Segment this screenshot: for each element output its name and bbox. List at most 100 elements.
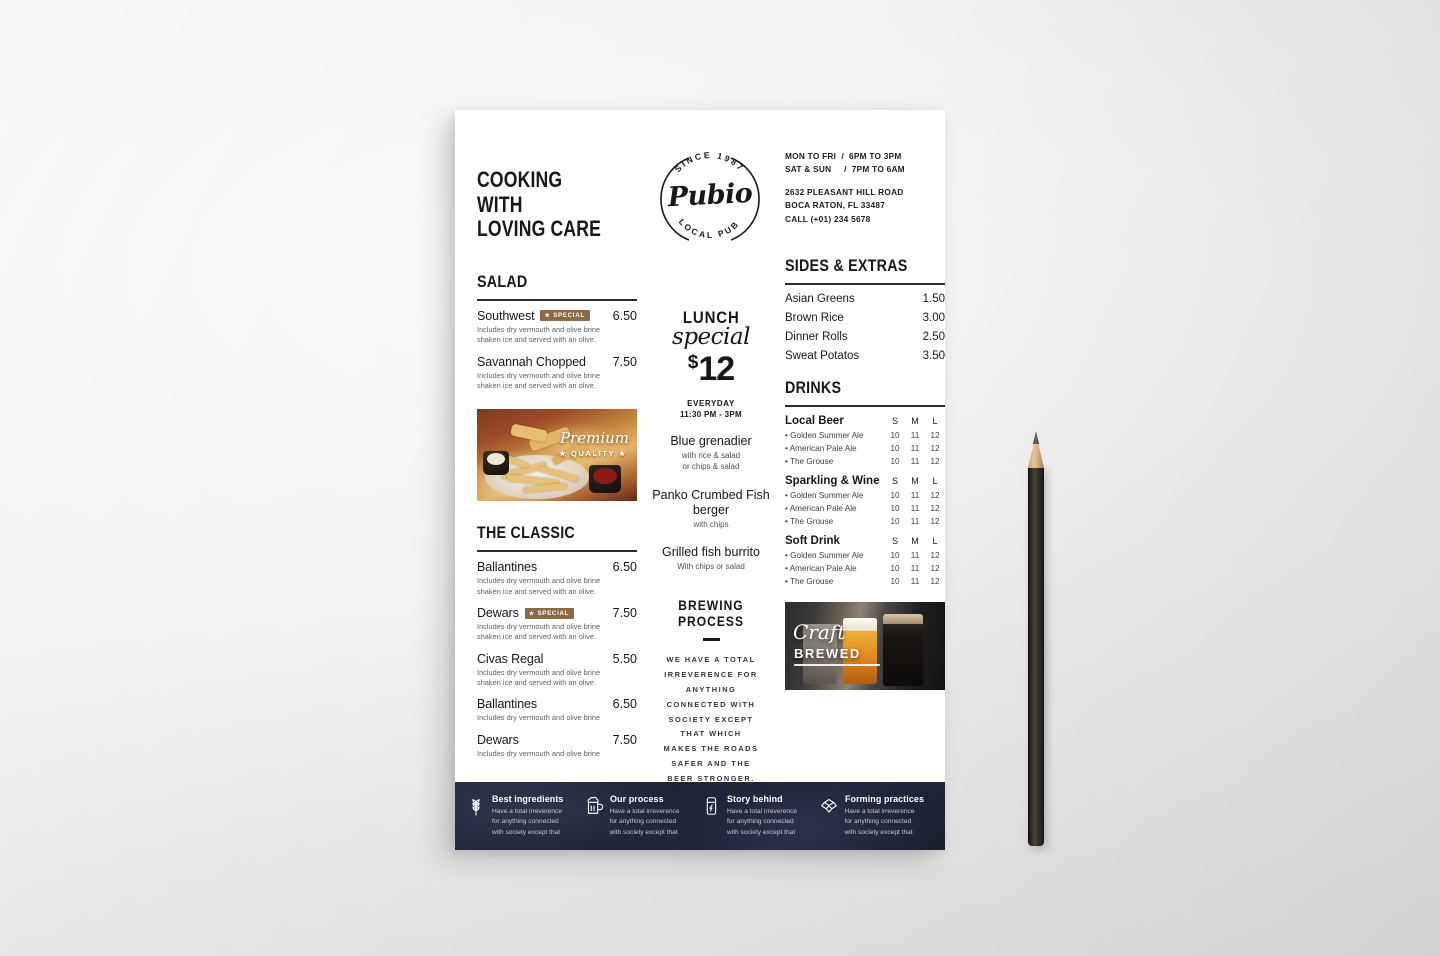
food-photo: Premium ★ QUALITY ★ (477, 409, 637, 502)
brewing-title: BREWING PROCESS (677, 597, 745, 630)
lunch-dish-note: with chips (693, 519, 729, 529)
menu-item[interactable]: Ballantines 6.50 Includes dry vermouth a… (477, 697, 637, 723)
menu-item-header: Ballantines 6.50 (477, 560, 637, 574)
size-header: M (911, 416, 919, 427)
lunch-dish[interactable]: Blue grenadier with rice & salad or chip… (651, 434, 771, 473)
brewing-text: WE HAVE A TOTAL IRREVERENCE FOR ANYTHING… (663, 655, 759, 783)
menu-item-price: 7.50 (612, 354, 637, 369)
lunch-label: LUNCH (682, 308, 740, 327)
side-item-price: 3.50 (922, 350, 945, 363)
drink-group: Sparkling & Wine S M L Golden Summer Ale 1… (785, 475, 945, 526)
lunch-special: LUNCH special $12 EVERYDAY 11:30 PM - 3P… (651, 308, 771, 573)
drink-row[interactable]: Golden Summer Ale 10 11 12 (785, 491, 945, 500)
svg-text:SINCE 1987: SINCE 1987 (673, 150, 747, 174)
drink-price: 10 (890, 457, 900, 467)
beer-photo-subtitle: BREWED (794, 646, 861, 662)
menu-item-name: Dewars (477, 732, 519, 747)
menu-item-description: Includes dry vermouth and olive brine (477, 713, 601, 723)
drink-row[interactable]: Golden Summer Ale 10 11 12 (785, 431, 945, 440)
size-header: S (891, 476, 898, 487)
salad-title: SALAD (477, 271, 528, 291)
menu-item[interactable]: Southwest ★ SPECIAL 6.50 Includes dry ve… (477, 309, 637, 346)
size-header: M (911, 476, 919, 487)
menu-item-description: Includes dry vermouth and olive brine sh… (477, 324, 601, 345)
drink-name: American Pale Ale (785, 444, 857, 453)
size-headers: SML (885, 416, 945, 426)
menu-item-name: Dewars (477, 606, 519, 621)
menu-item-description: Includes dry vermouth and olive brine sh… (477, 370, 601, 390)
menu-item-header: Ballantines 6.50 (477, 697, 637, 711)
drink-name: American Pale Ale (785, 504, 857, 513)
size-header: L (932, 536, 938, 547)
drink-prices: 10 11 12 (885, 577, 945, 586)
drink-prices: 10 11 12 (885, 431, 945, 440)
logo-wordmark: Pubio (666, 177, 754, 214)
menu-item-header: Dewars 7.50 (477, 733, 637, 747)
lunch-dish-name: Panko Crumbed Fish berger (652, 487, 770, 517)
drink-row[interactable]: American Pale Ale 10 11 12 (785, 504, 945, 513)
drink-group-header: Sparkling & Wine S M L (785, 475, 945, 487)
side-item[interactable]: Asian Greens 1.50 (785, 293, 945, 305)
beer-mug-icon (583, 795, 605, 822)
drink-row[interactable]: Golden Summer Ale 10 11 12 (785, 551, 945, 560)
side-item[interactable]: Sweat Potatos 3.50 (785, 350, 945, 362)
drink-prices: 10 11 12 (885, 457, 945, 466)
underline-rule (794, 664, 880, 667)
drink-price: 10 (890, 491, 900, 501)
drink-price: 10 (890, 517, 900, 527)
footer-feature-text: Have a total irreverence for anything co… (727, 808, 798, 836)
menu-item[interactable]: Civas Regal 5.50 Includes dry vermouth a… (477, 652, 637, 689)
poster-content: COOKING WITH LOVING CARE SALAD Southwest… (455, 110, 945, 783)
drink-prices: 10 11 12 (885, 551, 945, 560)
drink-price: 10 (890, 577, 900, 587)
lunch-days: EVERYDAY (687, 399, 735, 408)
drink-group: Soft Drink SML Golden Summer Ale 101112 … (785, 535, 945, 586)
size-headers: SML (885, 536, 945, 546)
drink-prices: 10 11 12 (885, 444, 945, 453)
drink-price: 12 (930, 431, 940, 441)
footer-feature: Best ingredients Have a total irreverenc… (465, 794, 583, 838)
menu-item[interactable]: Dewars ★ SPECIAL 7.50 Includes dry vermo… (477, 606, 637, 643)
sides-title: SIDES & EXTRAS (785, 256, 908, 276)
side-item-name: Sweat Potatos (785, 350, 860, 363)
menu-item-price: 7.50 (612, 606, 637, 621)
drinks-group-list: Local Beer SML Golden Summer Ale 101112 … (785, 415, 945, 586)
side-item[interactable]: Dinner Rolls 2.50 (785, 331, 945, 343)
menu-item[interactable]: Dewars 7.50 Includes dry vermouth and ol… (477, 733, 637, 759)
menu-item[interactable]: Ballantines 6.50 Includes dry vermouth a… (477, 560, 637, 597)
drink-price: 11 (910, 577, 920, 587)
lunch-dish-list: Blue grenadier with rice & salad or chip… (651, 434, 771, 573)
drink-row[interactable]: The Grouse 10 11 12 (785, 577, 945, 586)
drink-price: 10 (890, 504, 900, 514)
divider (477, 550, 637, 553)
menu-item-price: 5.50 (612, 651, 637, 666)
drink-group-name: Local Beer (785, 415, 844, 428)
hours-line-2: SAT & SUN / 7PM TO 6AM (785, 164, 905, 175)
menu-item-name: Savannah Chopped (477, 354, 586, 369)
footer-feature-text: Have a total irreverence for anything co… (492, 808, 563, 836)
menu-item-description: Includes dry vermouth and olive brine sh… (477, 667, 601, 688)
drink-row[interactable]: The Grouse 10 11 12 (785, 457, 945, 466)
drink-row[interactable]: American Pale Ale 10 11 12 (785, 564, 945, 573)
menu-item-name: Civas Regal (477, 651, 544, 666)
drink-group: Local Beer SML Golden Summer Ale 101112 … (785, 415, 945, 466)
menu-item-price: 6.50 (612, 560, 637, 575)
lunch-dish[interactable]: Grilled fish burrito With chips or salad (651, 545, 771, 573)
drink-row[interactable]: The Grouse 10 11 12 (785, 517, 945, 526)
drink-price: 12 (930, 564, 940, 574)
drink-price: 10 (890, 444, 900, 454)
divider (702, 638, 720, 642)
lunch-dish[interactable]: Panko Crumbed Fish berger with chips (651, 488, 771, 531)
footer-feature-text: Have a total irreverence for anything co… (844, 808, 915, 836)
side-item[interactable]: Brown Rice 3.00 (785, 312, 945, 324)
drink-name: The Grouse (785, 517, 833, 526)
divider (477, 298, 637, 301)
wheat-icon (465, 795, 487, 822)
menu-item[interactable]: Savannah Chopped 7.50 Includes dry vermo… (477, 355, 637, 392)
drink-row[interactable]: American Pale Ale 10 11 12 (785, 444, 945, 453)
logo: SINCE 1987 LOCAL PUB Pubio (651, 144, 771, 262)
divider (785, 283, 945, 286)
menu-item-description: Includes dry vermouth and olive brine sh… (477, 622, 601, 642)
size-headers: SML (885, 476, 945, 486)
classic-item-list: Ballantines 6.50 Includes dry vermouth a… (477, 560, 637, 759)
